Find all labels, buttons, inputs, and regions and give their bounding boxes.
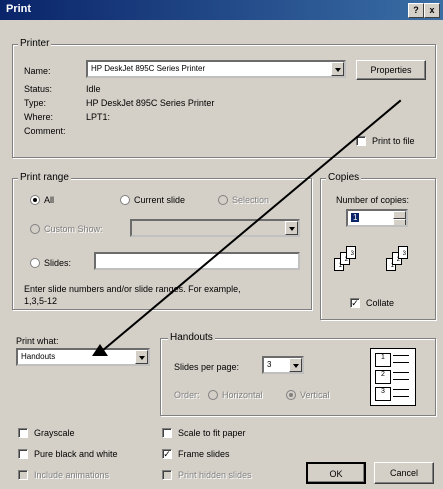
include-animations-checkbox[interactable] <box>18 470 28 480</box>
number-of-copies-label: Number of copies: <box>336 195 410 205</box>
print-what-dropdown[interactable]: Handouts <box>16 348 150 366</box>
preview-lines <box>393 389 409 397</box>
slides-per-page-value: 3 <box>267 360 272 369</box>
printer-name-label: Name: <box>24 66 51 76</box>
spin-up-icon[interactable] <box>393 211 406 219</box>
print-to-file-label: Print to file <box>372 136 415 146</box>
range-slides-radio[interactable] <box>30 258 40 268</box>
preview-lines <box>393 355 409 363</box>
chevron-down-icon[interactable] <box>331 62 344 76</box>
order-horizontal-radio[interactable] <box>208 390 218 400</box>
scale-to-fit-checkbox[interactable] <box>162 428 172 438</box>
frame-slides-label: Frame slides <box>178 449 230 459</box>
type-value: HP DeskJet 895C Series Printer <box>86 98 215 108</box>
range-hint-example: 1,3,5-12 <box>24 296 58 306</box>
collate-label: Collate <box>366 298 395 308</box>
range-selection-label: Selection <box>232 195 270 205</box>
chevron-down-icon[interactable] <box>285 221 298 235</box>
preview-slide: 3 <box>375 387 391 401</box>
print-what-label: Print what: <box>16 336 59 346</box>
slides-input[interactable] <box>94 252 300 270</box>
frame-slides-checkbox[interactable]: ✓ <box>162 449 172 459</box>
include-animations-label: Include animations <box>34 470 110 480</box>
dialog-title: Print <box>6 3 32 15</box>
range-hint: Enter slide numbers and/or slide ranges.… <box>24 284 241 294</box>
copies-value: 1 <box>351 213 360 222</box>
print-hidden-checkbox[interactable] <box>162 470 172 480</box>
preview-slide: 1 <box>375 353 391 367</box>
range-all-label: All <box>44 195 55 205</box>
close-button[interactable]: x <box>424 3 440 18</box>
page-icon: 3 <box>398 246 408 259</box>
scale-to-fit-label: Scale to fit paper <box>178 428 246 438</box>
chevron-down-icon[interactable] <box>289 358 302 372</box>
type-label: Type: <box>24 98 47 108</box>
slides-per-page-label: Slides per page: <box>174 362 240 372</box>
pure-bw-checkbox[interactable] <box>18 449 28 459</box>
handouts-legend: Handouts <box>168 332 215 343</box>
range-custom-show-label: Custom Show: <box>44 224 103 234</box>
grayscale-checkbox[interactable] <box>18 428 28 438</box>
order-vertical-label: Vertical <box>300 390 330 400</box>
range-custom-show-radio[interactable] <box>30 224 40 234</box>
printer-name-dropdown[interactable]: HP DeskJet 895C Series Printer <box>86 60 346 78</box>
collate-checkbox[interactable]: ✓ <box>350 298 360 308</box>
title-bar: Print ? x <box>0 0 443 20</box>
spin-down-icon[interactable] <box>393 219 406 225</box>
print-dialog: Print ? x Printer Name: HP DeskJet 895C … <box>0 0 443 489</box>
copies-legend: Copies <box>326 172 362 183</box>
grayscale-label: Grayscale <box>34 428 75 438</box>
pure-bw-label: Pure black and white <box>34 449 118 459</box>
range-current-slide-label: Current slide <box>134 195 186 205</box>
print-what-value: Handouts <box>21 352 56 361</box>
ok-button[interactable]: OK <box>306 462 366 484</box>
range-current-slide-radio[interactable] <box>120 195 130 205</box>
range-all-radio[interactable] <box>30 195 40 205</box>
where-value: LPT1: <box>86 112 111 122</box>
order-vertical-radio[interactable] <box>286 390 296 400</box>
preview-lines <box>393 372 409 380</box>
order-horizontal-label: Horizontal <box>222 390 263 400</box>
order-label: Order: <box>174 390 200 400</box>
cancel-button[interactable]: Cancel <box>374 462 434 484</box>
comment-label: Comment: <box>24 126 66 136</box>
range-selection-radio[interactable] <box>218 195 228 205</box>
print-hidden-label: Print hidden slides <box>178 470 252 480</box>
status-label: Status: <box>24 84 53 94</box>
range-slides-label: Slides: <box>44 258 72 268</box>
copies-spinner[interactable]: 1 <box>346 209 408 227</box>
status-value: Idle <box>86 84 101 94</box>
collate-illustration-a: 1 2 3 <box>330 244 374 284</box>
where-label: Where: <box>24 112 54 122</box>
preview-slide: 2 <box>375 370 391 384</box>
printer-legend: Printer <box>18 38 52 49</box>
printer-name-value: HP DeskJet 895C Series Printer <box>91 64 206 73</box>
page-icon: 3 <box>346 246 356 259</box>
annotation-arrow-head <box>92 344 108 356</box>
help-button[interactable]: ? <box>408 3 424 18</box>
chevron-down-icon[interactable] <box>135 350 148 364</box>
slides-per-page-dropdown[interactable]: 3 <box>262 356 304 374</box>
print-range-legend: Print range <box>18 172 71 183</box>
properties-button[interactable]: Properties <box>356 60 426 80</box>
custom-show-dropdown[interactable] <box>130 219 300 237</box>
collate-illustration-b: 1 2 3 <box>382 244 426 284</box>
handout-preview: 1 2 3 <box>370 348 416 406</box>
